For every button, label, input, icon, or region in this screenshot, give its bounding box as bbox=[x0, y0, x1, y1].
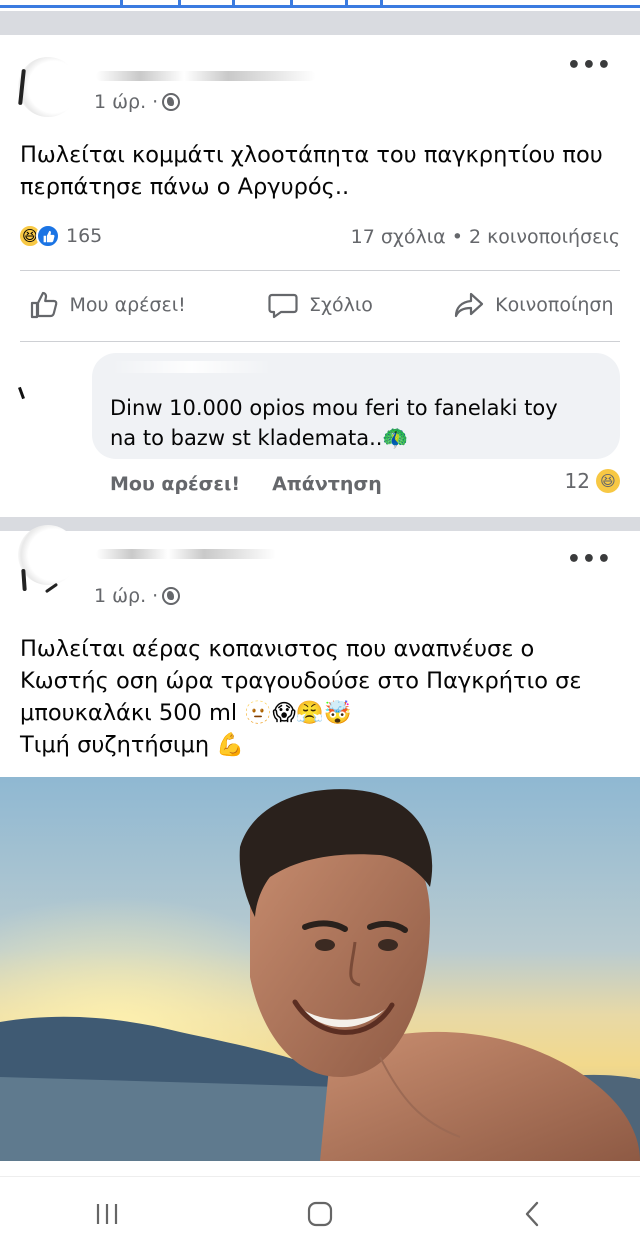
comment-reply-button[interactable]: Απάντηση bbox=[272, 473, 382, 495]
feed-separator bbox=[0, 517, 640, 531]
post-actions: Μου αρέσει! Σχόλιο Κοινοποίηση bbox=[0, 283, 640, 327]
share-button[interactable]: Κοινοποίηση bbox=[427, 283, 640, 327]
more-options-button[interactable]: ••• bbox=[567, 547, 612, 572]
post-time[interactable]: 1 ώρ. · bbox=[94, 91, 158, 113]
strip-tick bbox=[380, 0, 383, 5]
share-label: Κοινοποίηση bbox=[495, 294, 614, 316]
thumbs-up-icon bbox=[30, 291, 57, 319]
author-name-redacted[interactable] bbox=[96, 71, 316, 81]
post-meta: 1 ώρ. · bbox=[94, 91, 181, 113]
strip-tick bbox=[232, 0, 235, 5]
like-reaction-icon bbox=[36, 224, 60, 248]
comment-bubble[interactable]: Dinw 10.000 opios mou feri to fanelaki t… bbox=[92, 353, 620, 459]
home-icon bbox=[307, 1201, 333, 1227]
post-card: 1 ώρ. · ••• Πωλείται αέρας κοπανιστος πο… bbox=[0, 525, 640, 1176]
comments-shares-count[interactable]: 17 σχόλια • 2 κοινοποιήσεις bbox=[351, 226, 620, 248]
comment-label: Σχόλιο bbox=[309, 294, 373, 316]
strip-tick bbox=[345, 0, 348, 5]
globe-icon bbox=[162, 93, 181, 111]
man-smiling-photo bbox=[0, 777, 640, 1161]
recent-apps-button[interactable] bbox=[77, 1194, 137, 1234]
divider bbox=[20, 270, 620, 271]
comment-avatar[interactable] bbox=[18, 386, 25, 400]
share-arrow-icon bbox=[455, 292, 484, 318]
home-button[interactable] bbox=[290, 1194, 350, 1234]
avatar[interactable] bbox=[18, 525, 78, 585]
comment-like-button[interactable]: Μου αρέσει! bbox=[110, 473, 240, 495]
strip-tick bbox=[178, 0, 181, 5]
recent-apps-icon bbox=[96, 1204, 117, 1224]
comment-reactions[interactable]: 12 😆 bbox=[565, 469, 620, 493]
comment-text: Dinw 10.000 opios mou feri to fanelaki t… bbox=[110, 396, 558, 450]
comment-button[interactable]: Σχόλιο bbox=[213, 283, 426, 327]
commenter-name-redacted[interactable] bbox=[112, 361, 272, 373]
post-photo[interactable] bbox=[0, 777, 640, 1161]
comment-actions: Μου αρέσει! Απάντηση bbox=[110, 473, 382, 495]
globe-icon bbox=[162, 587, 181, 605]
divider bbox=[20, 341, 620, 342]
top-progress-strip bbox=[0, 0, 640, 8]
post-text: Πωλείται κομμάτι χλοοτάπητα του παγκρητί… bbox=[20, 142, 603, 200]
post-card: 1 ώρ. · ••• Πωλείται κομμάτι χλοοτάπητα … bbox=[0, 35, 640, 517]
reactions-summary[interactable]: 😆 165 bbox=[18, 224, 102, 248]
like-label: Μου αρέσει! bbox=[69, 294, 186, 316]
post-text: Πωλείται αέρας κοπανιστος που αναπνέυσε … bbox=[20, 636, 582, 758]
more-options-button[interactable]: ••• bbox=[567, 53, 612, 78]
reaction-count: 165 bbox=[66, 225, 103, 247]
system-navigation-bar bbox=[0, 1176, 640, 1251]
haha-reaction-icon: 😆 bbox=[596, 469, 620, 493]
back-icon bbox=[526, 1201, 539, 1227]
strip-tick bbox=[120, 0, 123, 5]
avatar[interactable] bbox=[18, 57, 78, 117]
comment-bubble-icon bbox=[268, 293, 298, 319]
post-time[interactable]: 1 ώρ. · bbox=[94, 585, 158, 607]
back-button[interactable] bbox=[503, 1194, 563, 1234]
comment-reaction-count: 12 bbox=[564, 469, 590, 493]
author-name-redacted[interactable] bbox=[96, 549, 276, 559]
like-button[interactable]: Μου αρέσει! bbox=[0, 283, 213, 327]
strip-tick bbox=[290, 0, 293, 5]
post-meta: 1 ώρ. · bbox=[94, 585, 181, 607]
feed-separator bbox=[0, 11, 640, 35]
